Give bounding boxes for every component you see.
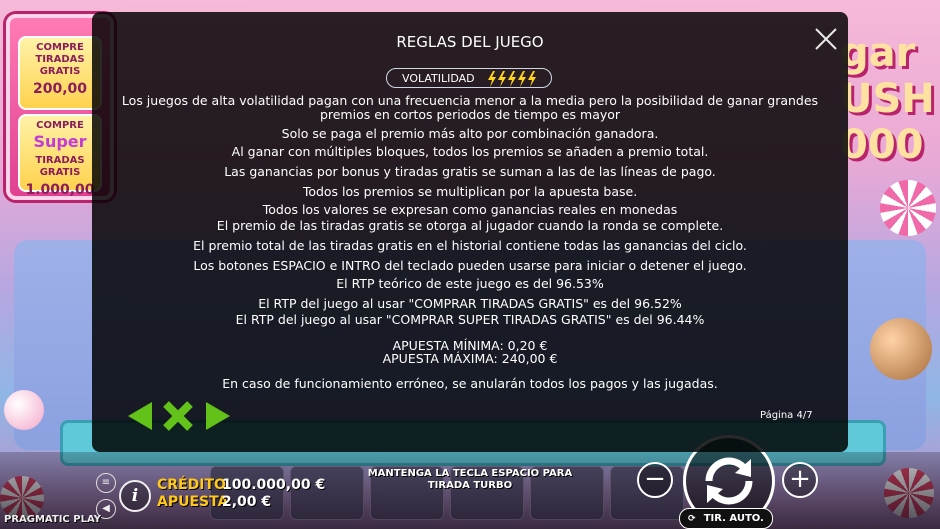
- buy-super-title2: TIRADAS GRATIS: [35, 155, 85, 178]
- rule-paragraph: Los botones ESPACIO e INTRO del teclado …: [193, 258, 747, 273]
- lightning-bolt-icon: [528, 71, 536, 87]
- bet-label: APUESTA: [157, 494, 229, 510]
- candy-decoration: [4, 390, 44, 430]
- credit-label: CRÉDITO: [157, 477, 226, 493]
- rule-paragraph: El RTP del juego al usar "COMPRAR SUPER …: [235, 312, 705, 327]
- arrow-left-icon: [128, 402, 152, 430]
- rule-paragraph: Las ganancias por bonus y tiradas gratis…: [224, 164, 716, 179]
- lightning-bolt-icon: [488, 71, 496, 87]
- rule-paragraph: Al ganar con múltiples bloques, todos lo…: [231, 144, 709, 159]
- reel-slot: [210, 466, 284, 520]
- turbo-spin-hint: MANTENGA LA TECLA ESPACIO PARA TIRADA TU…: [367, 468, 573, 491]
- buy-free-spins-button[interactable]: COMPRE TIRADAS GRATIS 200,00: [18, 36, 102, 110]
- rules-text: Los juegos de alta volatilidad pagan con…: [112, 94, 828, 391]
- buy-super-word: Super: [33, 132, 87, 151]
- max-bet: APUESTA MÁXIMA: 240,00 €: [382, 351, 558, 366]
- decrease-bet-button[interactable]: −: [637, 462, 673, 498]
- volatility-bolts: [488, 71, 536, 87]
- provider-logo: PRAGMATIC PLAY: [4, 514, 101, 525]
- dialog-title: REGLAS DEL JUEGO: [396, 33, 544, 51]
- rule-paragraph: Todos los valores se expresan como ganan…: [262, 202, 678, 217]
- close-button[interactable]: [813, 26, 839, 52]
- lightning-bolt-icon: [518, 71, 526, 87]
- autoplay-label: TIR. AUTO.: [703, 513, 764, 524]
- rules-dialog: REGLAS DEL JUEGO VOLATILIDAD Los juegos …: [92, 12, 848, 452]
- candy-decoration: [870, 318, 932, 380]
- lightning-bolt-icon: [498, 71, 506, 87]
- rule-paragraph: El RTP del juego al usar "COMPRAR TIRADA…: [258, 296, 682, 311]
- previous-page-button[interactable]: [126, 400, 156, 432]
- x-icon: [163, 401, 193, 431]
- buy-free-spins-price: 200,00: [32, 81, 88, 97]
- logo-line-1: gar: [840, 30, 916, 76]
- rule-paragraph: El premio total de las tiradas gratis en…: [193, 238, 747, 253]
- candy-decoration: [880, 180, 936, 236]
- arrow-right-icon: [206, 402, 230, 430]
- rule-paragraph: El premio de las tiradas gratis se otorg…: [216, 218, 724, 233]
- logo-line-2: USH: [840, 76, 935, 122]
- close-rules-button[interactable]: [162, 400, 193, 432]
- menu-icon[interactable]: ≡: [96, 473, 116, 493]
- game-logo: gar USH 000: [832, 30, 940, 170]
- volatility-indicator: VOLATILIDAD: [386, 68, 552, 88]
- rule-paragraph: Todos los premios se multiplican por la …: [302, 184, 638, 199]
- autoplay-icon: ⟳: [688, 514, 696, 524]
- rule-paragraph: Solo se paga el premio más alto por comb…: [281, 126, 659, 141]
- rule-paragraph: En caso de funcionamiento erróneo, se an…: [222, 376, 718, 391]
- close-icon: [815, 28, 837, 50]
- buy-super-price: 1.000,00: [25, 182, 95, 198]
- volatility-label: VOLATILIDAD: [402, 72, 475, 85]
- buy-super-title: COMPRE: [36, 120, 84, 131]
- rule-paragraph: Los juegos de alta volatilidad pagan con…: [121, 93, 819, 122]
- buy-free-spins-title: COMPRE TIRADAS GRATIS: [35, 42, 85, 77]
- increase-bet-button[interactable]: +: [782, 462, 818, 498]
- autoplay-button[interactable]: ⟳ TIR. AUTO.: [679, 508, 773, 529]
- info-button[interactable]: i: [119, 480, 151, 512]
- logo-line-3: 000: [840, 122, 924, 168]
- spin-icon: [705, 457, 753, 505]
- next-page-button[interactable]: [202, 400, 232, 432]
- rule-paragraph: El RTP teórico de este juego es del 96.5…: [336, 276, 604, 291]
- buy-super-free-spins-button[interactable]: COMPRE Super TIRADAS GRATIS 1.000,00: [18, 114, 102, 198]
- bet-value: 2,00 €: [222, 494, 272, 510]
- credit-value: 100.000,00 €: [222, 477, 326, 493]
- page-indicator: Página 4/7: [760, 410, 813, 421]
- lightning-bolt-icon: [508, 71, 516, 87]
